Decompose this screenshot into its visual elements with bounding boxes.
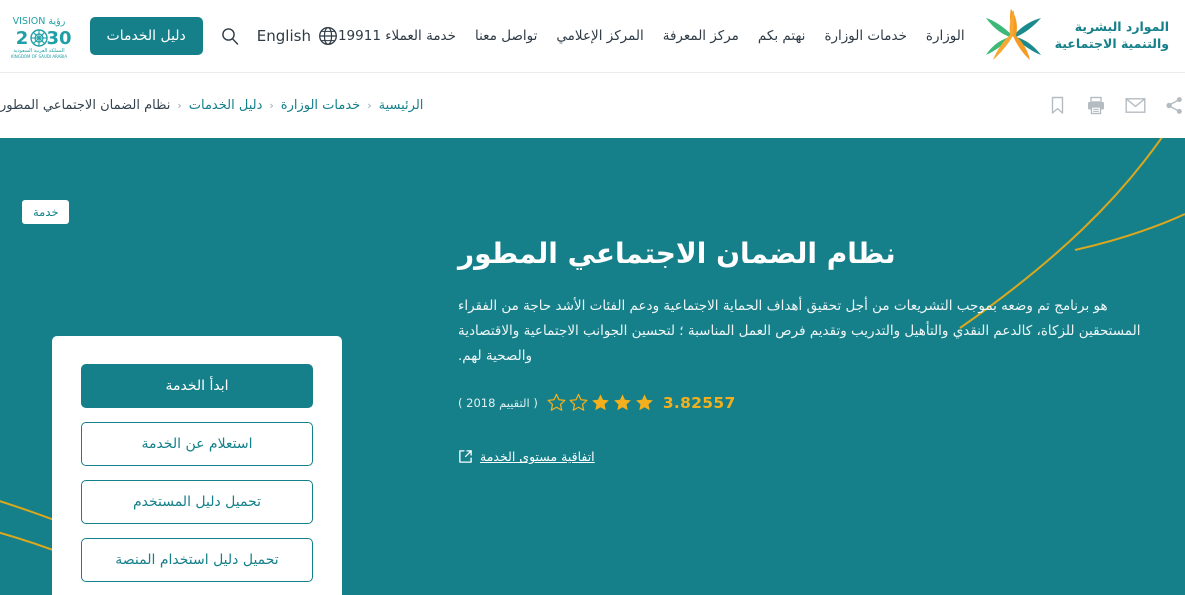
language-toggle[interactable]: English bbox=[257, 26, 338, 46]
nav-item-knowledge-center[interactable]: مركز المعرفة bbox=[663, 28, 739, 44]
star-filled-icon[interactable] bbox=[635, 393, 654, 412]
star-empty-icon[interactable] bbox=[547, 393, 566, 412]
search-button[interactable] bbox=[217, 23, 243, 49]
star-empty-icon[interactable] bbox=[569, 393, 588, 412]
share-icon[interactable] bbox=[1163, 95, 1185, 117]
page-action-icons bbox=[1046, 95, 1185, 117]
sla-link[interactable]: اتفاقية مستوى الخدمة bbox=[458, 449, 595, 464]
ministry-name-line1: الموارد البشرية bbox=[1074, 19, 1169, 35]
svg-text:2: 2 bbox=[15, 28, 28, 49]
ministry-name: الموارد البشرية والتنمية الاجتماعية bbox=[1055, 19, 1169, 53]
external-link-icon bbox=[459, 450, 472, 464]
star-filled-icon[interactable] bbox=[591, 393, 610, 412]
language-label: English bbox=[256, 27, 311, 45]
print-icon[interactable] bbox=[1085, 95, 1107, 117]
download-platform-guide-button[interactable]: تحميل دليل استخدام المنصة bbox=[81, 538, 313, 582]
breadcrumb: الرئيسية ‹ خدمات الوزارة ‹ دليل الخدمات … bbox=[0, 98, 423, 113]
site-header: الموارد البشرية والتنمية الاجتماعية الوز… bbox=[0, 0, 1185, 72]
breadcrumb-separator: ‹ bbox=[367, 99, 372, 112]
breadcrumb-item-services-guide[interactable]: دليل الخدمات bbox=[189, 98, 263, 113]
ministry-name-line2: والتنمية الاجتماعية bbox=[1054, 36, 1169, 51]
svg-text:30: 30 bbox=[46, 28, 71, 49]
email-icon[interactable] bbox=[1124, 95, 1146, 117]
svg-text:VISION رؤية: VISION رؤية bbox=[12, 16, 65, 27]
nav-item-we-care[interactable]: نهتم بكم bbox=[758, 28, 806, 44]
search-icon bbox=[221, 28, 238, 45]
page-title: نظام الضمان الاجتماعي المطور bbox=[458, 237, 896, 270]
hrsd-star-logo-icon bbox=[985, 9, 1041, 60]
sla-link-label: اتفاقية مستوى الخدمة bbox=[480, 449, 595, 465]
service-rating: ( التقييم 2018 ) 3.82557 bbox=[458, 393, 1163, 412]
breadcrumb-item-ministry-services[interactable]: خدمات الوزارة bbox=[281, 98, 360, 113]
nav-item-ministry[interactable]: الوزارة bbox=[926, 28, 965, 44]
breadcrumb-item-current: نظام الضمان الاجتماعي المطور bbox=[0, 98, 171, 113]
nav-item-media-center[interactable]: المركز الإعلامي bbox=[556, 28, 643, 44]
download-user-guide-button[interactable]: تحميل دليل المستخدم bbox=[81, 480, 313, 524]
service-description: هو برنامج تم وضعه بموجب التشريعات من أجل… bbox=[458, 298, 1141, 365]
nav-item-customer-service[interactable]: خدمة العملاء 19911 bbox=[338, 28, 456, 44]
vision-2030-logo-icon[interactable]: VISION رؤية 2 30 المملكة العربية السعودي… bbox=[2, 12, 76, 60]
service-actions-card: ابدأ الخدمة استعلام عن الخدمة تحميل دليل… bbox=[52, 336, 342, 595]
globe-icon bbox=[319, 27, 337, 45]
ministry-brand[interactable]: الموارد البشرية والتنمية الاجتماعية bbox=[983, 9, 1169, 63]
service-type-badge: خدمة bbox=[22, 200, 70, 224]
start-service-button[interactable]: ابدأ الخدمة bbox=[81, 364, 313, 408]
nav-item-contact-us[interactable]: تواصل معنا bbox=[475, 28, 537, 44]
breadcrumb-item-home[interactable]: الرئيسية bbox=[379, 98, 424, 113]
nav-item-ministry-services[interactable]: خدمات الوزارة bbox=[824, 28, 906, 44]
breadcrumb-separator: ‹ bbox=[177, 99, 182, 112]
rating-value: 3.82557 bbox=[662, 393, 736, 412]
inquire-service-button[interactable]: استعلام عن الخدمة bbox=[81, 422, 313, 466]
breadcrumb-separator: ‹ bbox=[269, 99, 274, 112]
services-guide-button[interactable]: دليل الخدمات bbox=[89, 17, 203, 55]
hero-content: نظام الضمان الاجتماعي المطور هو برنامج ت… bbox=[458, 236, 1163, 465]
header-tools: VISION رؤية 2 30 المملكة العربية السعودي… bbox=[2, 12, 338, 60]
hero-section: خدمة نظام الضمان الاجتماعي المطور هو برن… bbox=[0, 138, 1185, 595]
main-navigation: الوزارة خدمات الوزارة نهتم بكم مركز المع… bbox=[338, 28, 965, 44]
svg-text:KINGDOM OF SAUDI ARABIA: KINGDOM OF SAUDI ARABIA bbox=[10, 54, 66, 59]
bookmark-icon[interactable] bbox=[1046, 95, 1068, 117]
star-filled-icon[interactable] bbox=[613, 393, 632, 412]
rating-note: ( التقييم 2018 ) bbox=[458, 395, 538, 410]
rating-stars[interactable] bbox=[547, 393, 654, 412]
breadcrumb-bar: الرئيسية ‹ خدمات الوزارة ‹ دليل الخدمات … bbox=[0, 72, 1185, 138]
